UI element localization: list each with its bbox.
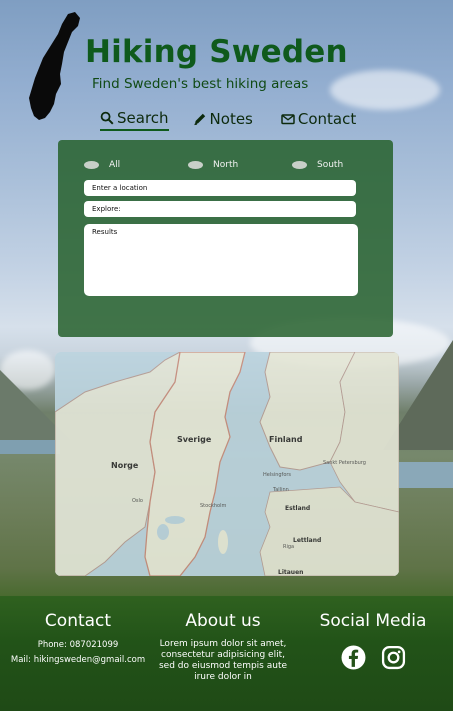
footer-social: Social Media bbox=[304, 611, 442, 670]
radio-indicator[interactable] bbox=[84, 161, 99, 169]
radio-north[interactable]: North bbox=[188, 160, 292, 170]
results-box: Results bbox=[84, 224, 358, 296]
explore-input[interactable]: Explore: bbox=[84, 201, 356, 217]
lake bbox=[0, 440, 60, 454]
map-label-estonia: Estland bbox=[285, 505, 310, 512]
map-label-latvia: Lettland bbox=[293, 537, 321, 544]
radio-south-label: South bbox=[317, 160, 344, 170]
region-radio-group: All North South bbox=[84, 160, 371, 170]
radio-south[interactable]: South bbox=[292, 160, 343, 170]
search-icon bbox=[100, 111, 114, 125]
map-label-stockholm: Stockholm bbox=[200, 503, 226, 509]
nav-search[interactable]: Search bbox=[100, 109, 169, 131]
map-label-finland: Finland bbox=[269, 435, 303, 444]
footer-about-text: Lorem ipsum dolor sit amet, consectetur … bbox=[158, 639, 288, 682]
map-label-riga: Riga bbox=[283, 544, 294, 550]
instagram-icon[interactable] bbox=[381, 645, 406, 670]
map-label-sweden: Sverige bbox=[177, 435, 212, 444]
map-label-tallinn: Tallinn bbox=[272, 487, 289, 493]
radio-all-label: All bbox=[109, 160, 121, 170]
location-input[interactable]: Enter a location bbox=[84, 180, 356, 196]
results-label: Results bbox=[92, 228, 118, 236]
map-label-helsinki: Helsingfors bbox=[263, 472, 291, 478]
nav-contact-label: Contact bbox=[297, 110, 357, 128]
footer-phone: Phone: 087021099 bbox=[37, 640, 119, 650]
main-nav: Search Notes Contact bbox=[100, 109, 356, 131]
map-label-st-petersburg: Sankt Petersburg bbox=[323, 460, 366, 466]
map-label-norway: Norge bbox=[111, 461, 139, 470]
footer-social-title: Social Media bbox=[319, 611, 427, 631]
footer-mail: Mail: hikingsweden@gmail.com bbox=[10, 655, 146, 665]
sweden-map-logo bbox=[29, 12, 80, 120]
map-label-oslo: Oslo bbox=[132, 498, 143, 504]
lake bbox=[397, 462, 453, 488]
map-view[interactable]: Sverige Norge Finland Estland Lettland L… bbox=[55, 352, 399, 576]
footer-contact: Contact Phone: 087021099 Mail: hikingswe… bbox=[6, 611, 150, 666]
footer-about-title: About us bbox=[185, 611, 261, 631]
footer-about: About us Lorem ipsum dolor sit amet, con… bbox=[155, 611, 291, 683]
search-panel: All North South Enter a location Explore… bbox=[58, 140, 393, 337]
footer-contact-title: Contact bbox=[44, 611, 112, 631]
pencil-icon bbox=[193, 113, 205, 126]
cloud bbox=[330, 70, 440, 110]
nav-notes-label: Notes bbox=[209, 110, 253, 128]
nav-notes[interactable]: Notes bbox=[193, 109, 253, 131]
map-svg[interactable]: Sverige Norge Finland Estland Lettland L… bbox=[55, 352, 399, 576]
envelope-icon bbox=[281, 114, 295, 125]
facebook-icon[interactable] bbox=[341, 645, 366, 670]
radio-all[interactable]: All bbox=[84, 160, 188, 170]
map-label-lithuania: Litauen bbox=[278, 569, 303, 576]
nav-search-label: Search bbox=[117, 109, 169, 127]
nav-contact[interactable]: Contact bbox=[281, 109, 356, 131]
radio-north-label: North bbox=[213, 160, 239, 170]
page-subtitle: Find Sweden's best hiking areas bbox=[92, 76, 309, 92]
radio-indicator[interactable] bbox=[188, 161, 203, 169]
radio-indicator[interactable] bbox=[292, 161, 307, 169]
social-icons bbox=[304, 645, 442, 670]
page-title: Hiking Sweden bbox=[85, 34, 348, 70]
